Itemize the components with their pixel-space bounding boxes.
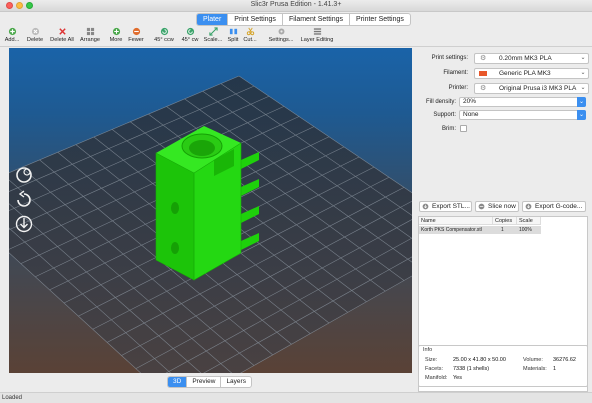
undo-view-icon[interactable] <box>17 190 31 207</box>
3d-viewport[interactable] <box>9 48 412 373</box>
view-tab-bar: 3D Preview Layers <box>167 376 252 388</box>
chevron-down-icon: ⌄ <box>580 70 586 76</box>
delete-icon <box>31 27 39 36</box>
rotate-cw-button[interactable]: 45° cw <box>179 27 201 46</box>
export-gcode-button[interactable]: Export G-code... <box>522 201 586 212</box>
fewer-icon <box>132 27 140 36</box>
info-title: Info <box>423 347 433 353</box>
manifold-value: Yes <box>453 375 462 381</box>
settings-panel: Print settings: ⚙ 0.20mm MK3 PLA ⌄ Filam… <box>414 48 592 392</box>
volume-value: 36276.62 <box>553 357 576 363</box>
gear-icon: ⚙ <box>480 55 487 62</box>
slice-now-button[interactable]: Slice now <box>475 201 519 212</box>
brim-row: Brim: <box>414 124 592 136</box>
filament-select[interactable]: Generic PLA MK3 ⌄ <box>474 68 589 79</box>
title-bar: Slic3r Prusa Edition - 1.41.3+ <box>0 0 592 12</box>
main-tab-bar: Plater Print Settings Filament Settings … <box>0 12 592 26</box>
rotate-view-icon[interactable] <box>16 167 32 183</box>
printer-label: Printer: <box>448 85 468 91</box>
add-button[interactable]: Add... <box>3 27 21 46</box>
tab-print-settings[interactable]: Print Settings <box>228 14 283 25</box>
export-icon <box>525 203 532 210</box>
arrange-button[interactable]: Arrange <box>78 27 102 46</box>
plater-toolbar: Add... Delete Delete All Arrange More Fe… <box>0 26 592 47</box>
size-label: Size: <box>425 357 438 363</box>
tab-layers[interactable]: Layers <box>221 377 251 387</box>
chevron-down-icon: ⌄ <box>577 97 586 107</box>
column-header-name[interactable]: Name <box>419 217 493 225</box>
info-box: Info Size: 25.00 x 41.80 x 50.00 Volume:… <box>418 345 588 387</box>
fill-density-row: Fill density: 20% ⌄ <box>414 97 592 109</box>
print-settings-row: Print settings: ⚙ 0.20mm MK3 PLA ⌄ <box>414 53 592 65</box>
cut-icon <box>246 27 254 36</box>
status-bar: Loaded <box>0 392 592 403</box>
tab-printer-settings[interactable]: Printer Settings <box>350 14 410 25</box>
print-settings-select[interactable]: ⚙ 0.20mm MK3 PLA ⌄ <box>474 53 589 64</box>
volume-label: Volume: <box>523 357 543 363</box>
column-header-scale[interactable]: Scale <box>517 217 541 225</box>
slice-icon <box>478 203 485 210</box>
size-value: 25.00 x 41.80 x 50.00 <box>453 357 506 363</box>
fill-density-select[interactable]: 20% ⌄ <box>459 97 586 107</box>
brim-label: Brim: <box>442 126 456 132</box>
tab-3d[interactable]: 3D <box>168 377 188 387</box>
materials-value: 1 <box>553 366 557 372</box>
window-title: Slic3r Prusa Edition - 1.41.3+ <box>250 1 342 8</box>
scale-icon <box>208 27 218 36</box>
view-controls <box>15 167 33 233</box>
fill-density-label: Fill density: <box>425 99 456 105</box>
delete-all-icon <box>58 28 66 35</box>
object-copies: 1 <box>501 227 504 233</box>
split-button[interactable]: Split <box>226 27 240 46</box>
delete-button[interactable]: Delete <box>25 27 45 46</box>
layer-editing-icon <box>313 28 321 35</box>
export-icon <box>422 203 429 210</box>
layer-editing-button[interactable]: Layer Editing <box>299 27 335 46</box>
tab-plater[interactable]: Plater <box>197 14 229 25</box>
add-icon <box>8 27 16 36</box>
scale-button[interactable]: Scale... <box>203 27 223 46</box>
object-settings-button[interactable]: Settings... <box>267 27 295 46</box>
rotate-ccw-icon <box>160 27 168 36</box>
filament-row: Filament: Generic PLA MK3 ⌄ <box>414 68 592 80</box>
support-select[interactable]: None ⌄ <box>459 110 586 120</box>
facets-value: 7338 (1 shells) <box>453 366 490 372</box>
facets-label: Facets: <box>425 366 444 372</box>
fewer-button[interactable]: Fewer <box>127 27 145 46</box>
chevron-down-icon: ⌄ <box>580 85 586 91</box>
model-korth-compensator[interactable] <box>9 48 412 373</box>
print-settings-label: Print settings: <box>431 55 468 61</box>
object-name: Korth PKS Compensator.stl <box>421 227 482 233</box>
chevron-down-icon: ⌄ <box>580 55 586 61</box>
printer-select[interactable]: ⚙ Original Prusa i3 MK3 PLA ⌄ <box>474 83 589 94</box>
materials-label: Materials: <box>523 366 547 372</box>
support-row: Support: None ⌄ <box>414 110 592 122</box>
column-header-copies[interactable]: Copies <box>493 217 517 225</box>
manifold-label: Manifold: <box>425 375 448 381</box>
split-icon <box>229 28 237 35</box>
arrange-icon <box>86 27 94 36</box>
delete-all-button[interactable]: Delete All <box>48 27 76 46</box>
rotate-cw-icon <box>186 27 194 36</box>
support-label: Support: <box>433 112 456 118</box>
settings-icon <box>278 28 284 35</box>
rotate-ccw-button[interactable]: 45° ccw <box>152 27 176 46</box>
brim-checkbox[interactable] <box>460 125 467 132</box>
object-scale: 100% <box>519 227 532 233</box>
more-button[interactable]: More <box>108 27 124 46</box>
printer-row: Printer: ⚙ Original Prusa i3 MK3 PLA ⌄ <box>414 83 592 95</box>
more-icon <box>112 27 120 36</box>
tab-preview[interactable]: Preview <box>187 377 222 387</box>
drop-to-bed-icon[interactable] <box>15 215 33 233</box>
cut-button[interactable]: Cut... <box>242 27 258 46</box>
filament-color-swatch <box>479 71 487 76</box>
filament-label: Filament: <box>443 70 468 76</box>
tab-filament-settings[interactable]: Filament Settings <box>283 14 351 25</box>
gear-icon: ⚙ <box>480 85 487 92</box>
export-stl-button[interactable]: Export STL... <box>419 201 472 212</box>
chevron-down-icon: ⌄ <box>577 110 586 120</box>
